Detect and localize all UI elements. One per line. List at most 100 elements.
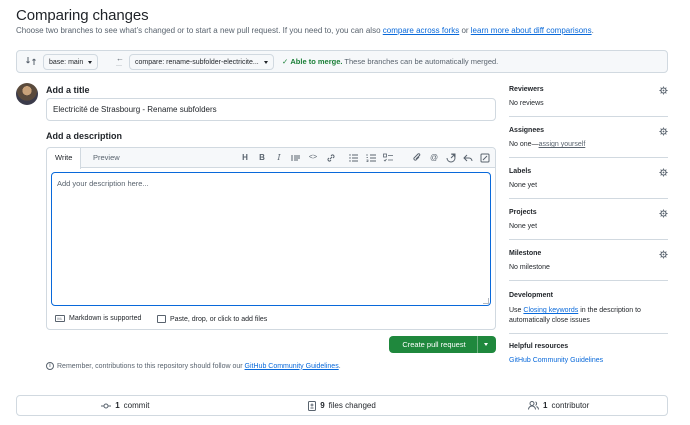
check-icon: ✓ [282, 57, 289, 66]
development-desc-line2: automatically close issues [509, 317, 590, 324]
italic-icon[interactable]: I [274, 153, 284, 163]
subtitle-text: Choose two branches to see what’s change… [16, 26, 383, 35]
unordered-list-icon[interactable] [349, 153, 359, 163]
fullscreen-icon[interactable] [480, 153, 490, 163]
closing-keywords-link[interactable]: Closing keywords [523, 307, 578, 314]
sidebar-divider [509, 157, 668, 158]
assignees-title: Assignees [509, 127, 545, 134]
bold-icon[interactable]: B [257, 153, 267, 163]
commits-stat[interactable]: 1 commit [17, 401, 234, 410]
sidebar-development: Development Use Closing keywords in the … [509, 292, 668, 328]
reviewers-value: No reviews [509, 100, 544, 107]
tab-preview[interactable]: Preview [85, 148, 128, 169]
markdown-note[interactable]: M↓ Markdown is supported [55, 315, 141, 322]
sidebar-projects: Projects None yet [509, 209, 668, 233]
gear-icon[interactable] [659, 127, 668, 136]
tab-write[interactable]: Write [47, 148, 82, 169]
chevron-down-icon [88, 60, 93, 64]
stats-bar: 1 commit 9 files changed 1 contributor [16, 395, 668, 416]
chevron-down-icon[interactable] [484, 343, 488, 346]
guidelines-period: . [338, 362, 341, 370]
projects-title: Projects [509, 209, 537, 216]
quote-icon[interactable] [291, 153, 301, 163]
subtitle-or: or [459, 26, 471, 35]
assignees-none: No one— [509, 141, 539, 148]
reviewers-title: Reviewers [509, 86, 544, 93]
mention-icon[interactable]: @ [429, 153, 439, 163]
base-branch-select[interactable]: base: main [43, 54, 99, 70]
gear-icon[interactable] [659, 209, 668, 218]
gear-icon[interactable] [659, 86, 668, 95]
development-use: Use [509, 307, 524, 314]
compare-bar: base: main ← ··· compare: rename-subfold… [16, 50, 668, 73]
attach-icon[interactable] [412, 153, 422, 163]
files-count: 9 [320, 401, 325, 410]
contributors-count: 1 [543, 401, 548, 410]
create-pull-request-label: Create pull request [402, 340, 466, 349]
contributors-stat[interactable]: 1 contributor [450, 401, 667, 410]
markdown-icon: M↓ [55, 315, 65, 322]
people-icon [528, 401, 540, 410]
info-icon: i [46, 362, 54, 370]
heading-icon[interactable]: H [240, 153, 250, 163]
compare-arrows-icon[interactable] [26, 56, 36, 66]
resize-handle-icon[interactable] [483, 298, 489, 304]
guidelines-note: i Remember, contributions to this reposi… [46, 362, 341, 370]
labels-value: None yet [509, 182, 538, 189]
sidebar-milestone: Milestone No milestone [509, 250, 668, 274]
guidelines-text: Remember, contributions to this reposito… [57, 362, 245, 370]
development-desc: in the description to [578, 307, 641, 314]
description-textarea[interactable]: Add your description here... [51, 172, 491, 306]
helpful-guidelines-link[interactable]: GitHub Community Guidelines [509, 357, 603, 364]
cross-reference-icon[interactable] [446, 153, 456, 163]
compare-branch-label: compare: rename-subfolder-electricite... [135, 58, 259, 66]
title-heading: Add a title [46, 85, 90, 95]
sidebar-divider [509, 239, 668, 240]
milestone-title: Milestone [509, 250, 542, 257]
description-heading: Add a description [46, 131, 123, 141]
reply-icon[interactable] [463, 153, 473, 163]
editor-toolbar: Write Preview H B I <> @ [47, 148, 495, 169]
sidebar-divider [509, 116, 668, 117]
image-icon [157, 315, 166, 323]
community-guidelines-link[interactable]: GitHub Community Guidelines [245, 363, 339, 370]
base-branch-label: base: main [49, 58, 84, 66]
sidebar-divider [509, 333, 668, 334]
commits-count: 1 [115, 401, 120, 410]
code-icon[interactable]: <> [308, 153, 318, 163]
create-pull-request-button[interactable]: Create pull request [389, 336, 496, 353]
file-diff-icon [308, 400, 317, 411]
contributors-label: contributor [551, 401, 590, 410]
attach-files[interactable]: Paste, drop, or click to add files [157, 315, 267, 323]
development-title: Development [509, 292, 553, 299]
title-input[interactable]: Electricité de Strasbourg - Rename subfo… [46, 98, 496, 121]
compare-forks-link[interactable]: compare across forks [383, 26, 459, 35]
link-icon[interactable] [326, 153, 336, 163]
milestone-value: No milestone [509, 264, 550, 271]
button-divider [477, 336, 478, 353]
gear-icon[interactable] [659, 250, 668, 259]
projects-value: None yet [509, 223, 538, 230]
merge-status-desc: These branches can be automatically merg… [342, 57, 499, 66]
sidebar-divider [509, 198, 668, 199]
gear-icon[interactable] [659, 168, 668, 177]
helpful-resources-title: Helpful resources [509, 343, 569, 350]
merge-status: ✓ Able to merge. These branches can be a… [282, 57, 498, 66]
markdown-note-text: Markdown is supported [69, 315, 142, 322]
page-title: Comparing changes [16, 7, 149, 24]
arrow-left-icon: ← [116, 54, 124, 63]
files-label: files changed [328, 401, 376, 410]
description-editor: Write Preview H B I <> @ Add your descri… [46, 147, 496, 330]
sidebar-assignees: Assignees No one—assign yourself [509, 127, 668, 151]
task-list-icon[interactable] [383, 153, 393, 163]
diff-comparisons-link[interactable]: learn more about diff comparisons [471, 26, 592, 35]
files-changed-stat[interactable]: 9 files changed [234, 400, 451, 411]
attach-files-text: Paste, drop, or click to add files [170, 315, 268, 323]
compare-branch-select[interactable]: compare: rename-subfolder-electricite... [129, 54, 274, 70]
assign-yourself-link[interactable]: assign yourself [539, 141, 586, 148]
sidebar-reviewers: Reviewers No reviews [509, 86, 668, 110]
development-text: Use Closing keywords in the description … [509, 306, 641, 326]
ordered-list-icon[interactable] [366, 153, 376, 163]
sidebar-helpful-resources: Helpful resources GitHub Community Guide… [509, 343, 668, 367]
labels-title: Labels [509, 168, 532, 175]
